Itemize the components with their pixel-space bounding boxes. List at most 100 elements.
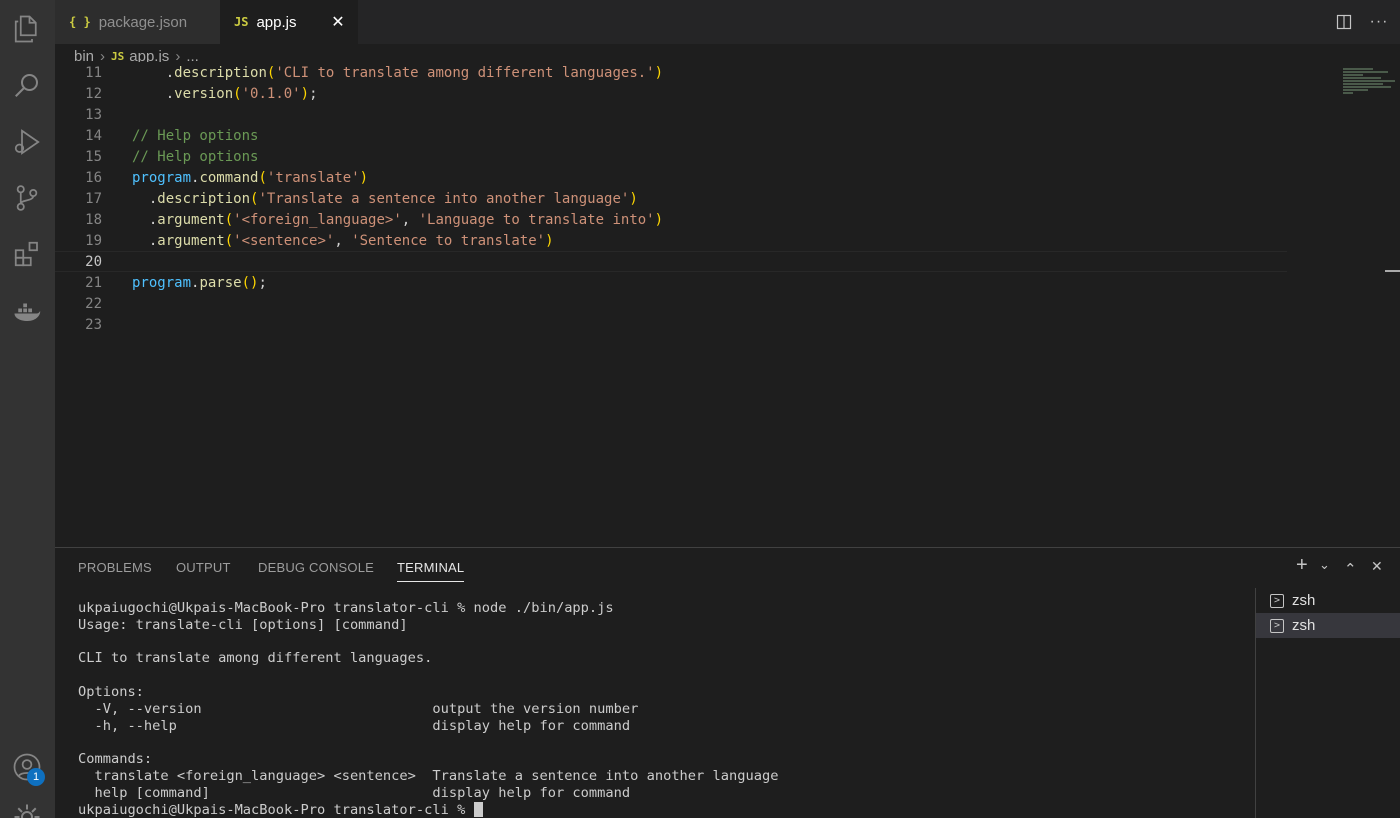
code-token: ; — [258, 274, 267, 291]
line-number: 13 — [85, 106, 102, 123]
code-line[interactable]: 21 program.parse(); — [55, 272, 1287, 293]
tab-package-json[interactable]: { } package.json — [55, 0, 220, 44]
terminal-cursor — [473, 802, 483, 818]
terminal-output[interactable]: ukpaiugochi@Ukpais-MacBook-Pro translato… — [78, 600, 778, 818]
code-token: ( — [233, 85, 242, 102]
source-control-icon[interactable] — [10, 181, 44, 215]
code-token: ) — [629, 190, 638, 207]
run-debug-icon[interactable] — [10, 125, 44, 159]
code-line[interactable]: 15 // Help options — [55, 146, 1287, 167]
maximize-panel-icon[interactable]: ⌃ — [1344, 560, 1357, 578]
terminal-line: translate <foreign_language> <sentence> … — [78, 767, 779, 784]
terminal-list: > zsh > zsh — [1255, 588, 1400, 818]
line-number: 15 — [85, 148, 102, 165]
code-token: command — [199, 169, 259, 186]
code-token: ) — [545, 232, 554, 249]
terminal-line: -h, --help display help for command — [78, 717, 631, 734]
code-line[interactable]: 19 .argument('<sentence>', 'Sentence to … — [55, 230, 1287, 251]
code-editor[interactable]: 11 .description('CLI to translate among … — [55, 62, 1400, 547]
more-actions-icon[interactable]: ··· — [1368, 10, 1390, 34]
chevron-down-icon[interactable]: ⌄ — [1319, 557, 1330, 573]
code-token: 'CLI to translate among different langua… — [275, 64, 655, 81]
code-token: parse — [199, 274, 242, 291]
code-text: .argument('<foreign_language>', 'Languag… — [132, 212, 663, 228]
code-token: () — [241, 274, 259, 291]
close-icon[interactable]: ✕ — [328, 12, 348, 32]
code-token: program — [132, 274, 192, 291]
code-text: .version('0.1.0'); — [132, 86, 318, 102]
new-terminal-icon[interactable]: + — [1296, 554, 1308, 577]
terminal-line: Commands: — [78, 751, 153, 768]
terminal-line: help [command] display help for command — [78, 784, 631, 801]
code-token: description — [174, 64, 267, 81]
code-line[interactable]: 16 program.command('translate') — [55, 167, 1287, 188]
code-token: 'translate' — [266, 169, 360, 186]
tab-label: app.js — [256, 13, 297, 31]
code-token: ( — [258, 169, 267, 186]
line-number: 18 — [85, 211, 102, 228]
bottom-panel: PROBLEMS OUTPUT DEBUG CONSOLE TERMINAL +… — [55, 547, 1400, 818]
line-number: 12 — [85, 85, 102, 102]
code-text: program.parse(); — [132, 275, 267, 291]
terminal-icon: > — [1270, 593, 1284, 608]
settings-gear-icon[interactable] — [10, 800, 44, 818]
code-line[interactable]: 20 — [55, 251, 1287, 272]
code-token: ; — [309, 85, 318, 102]
code-line[interactable]: 12 .version('0.1.0'); — [55, 83, 1287, 104]
terminal-icon: > — [1270, 618, 1284, 633]
js-file-icon: JS — [111, 49, 125, 63]
code-token: . — [132, 211, 158, 228]
code-token: ( — [224, 232, 234, 249]
close-panel-icon[interactable]: ✕ — [1371, 558, 1383, 575]
code-line[interactable]: 23 — [55, 314, 1287, 335]
code-token: program — [132, 169, 192, 186]
code-line[interactable]: 11 .description('CLI to translate among … — [55, 62, 1287, 83]
tab-label: package.json — [98, 13, 188, 31]
js-file-icon: JS — [234, 15, 249, 29]
line-number: 20 — [85, 253, 102, 270]
code-line[interactable]: 13 — [55, 104, 1287, 125]
extensions-icon[interactable] — [10, 237, 44, 271]
json-file-icon: { } — [69, 15, 91, 29]
code-token: . — [132, 190, 158, 207]
search-icon[interactable] — [10, 68, 44, 102]
code-text: .argument('<sentence>', 'Sentence to tra… — [132, 233, 554, 249]
code-token: . — [132, 85, 175, 102]
code-line[interactable]: 17 .description('Translate a sentence in… — [55, 188, 1287, 209]
code-text: .description('CLI to translate among dif… — [132, 65, 663, 81]
line-number: 11 — [85, 64, 102, 81]
code-token: 'Sentence to translate' — [351, 232, 546, 249]
code-line[interactable]: 18 .argument('<foreign_language>', 'Lang… — [55, 209, 1287, 230]
code-line[interactable]: 22 — [55, 293, 1287, 314]
code-token: ) — [359, 169, 369, 186]
tab-output[interactable]: OUTPUT — [176, 560, 231, 575]
line-number: 16 — [85, 169, 102, 186]
split-editor-icon[interactable] — [1333, 10, 1355, 34]
tab-terminal[interactable]: TERMINAL — [397, 560, 465, 582]
terminal-instance-zsh[interactable]: > zsh — [1256, 588, 1400, 613]
code-token: . — [132, 64, 175, 81]
line-number: 23 — [85, 316, 102, 333]
code-token: 'Language to translate into' — [418, 211, 655, 228]
docker-icon[interactable] — [10, 294, 44, 328]
code-token: '<sentence>' — [233, 232, 335, 249]
terminal-line: CLI to translate among different languag… — [78, 650, 433, 667]
tab-problems[interactable]: PROBLEMS — [78, 560, 152, 575]
code-token: ) — [654, 211, 664, 228]
terminal-instance-zsh[interactable]: > zsh — [1256, 613, 1400, 638]
terminal-line: Usage: translate-cli [options] [command] — [78, 616, 408, 633]
code-line[interactable]: 14 // Help options — [55, 125, 1287, 146]
code-token: ) — [654, 64, 664, 81]
tab-app-js[interactable]: JS app.js ✕ — [220, 0, 358, 44]
tab-debug-console[interactable]: DEBUG CONSOLE — [258, 560, 374, 575]
code-token: version — [174, 85, 234, 102]
code-token: argument — [157, 232, 225, 249]
minimap[interactable] — [1343, 68, 1398, 104]
terminal-prompt-line[interactable]: ukpaiugochi@Ukpais-MacBook-Pro translato… — [78, 802, 778, 818]
account-badge: 1 — [27, 768, 45, 786]
explorer-icon[interactable] — [10, 12, 44, 46]
code-token: ( — [224, 211, 234, 228]
terminal-instance-label: zsh — [1292, 617, 1316, 634]
